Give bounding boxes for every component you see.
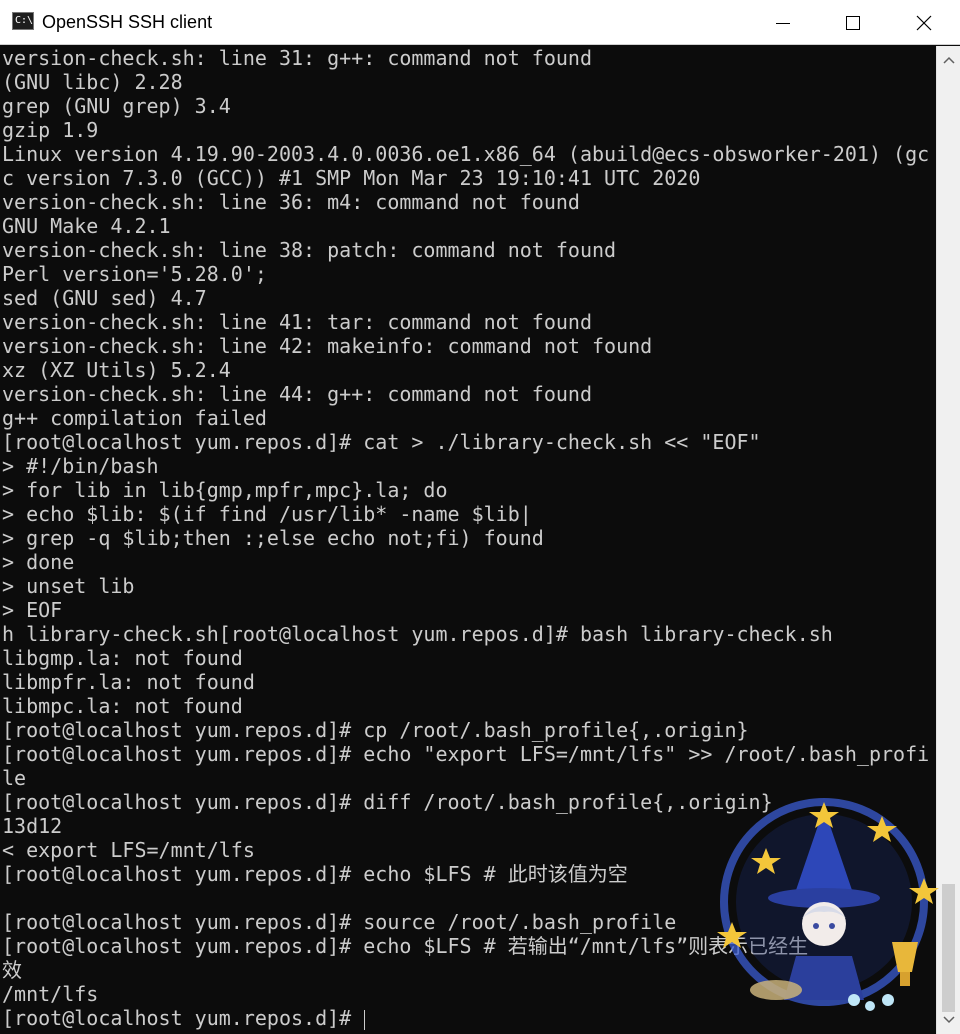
maximize-button[interactable]: [818, 0, 888, 45]
terminal-line: [root@localhost yum.repos.d]# cp /root/.…: [2, 718, 749, 742]
terminal-line: [root@localhost yum.repos.d]# echo "expo…: [2, 742, 930, 766]
terminal-line: version-check.sh: line 38: patch: comman…: [2, 238, 617, 262]
scroll-up-button[interactable]: [937, 48, 960, 72]
terminal-line: libmpc.la: not found: [2, 694, 243, 718]
terminal-cursor: [364, 1009, 366, 1030]
minimize-button[interactable]: [748, 0, 818, 45]
up-arrow-icon: [943, 56, 955, 64]
terminal-line: > grep -q $lib;then :;else echo not;fi) …: [2, 526, 544, 550]
terminal-line: > echo $lib: $(if find /usr/lib* -name $…: [2, 502, 532, 526]
terminal-line: grep (GNU grep) 3.4: [2, 94, 231, 118]
wizard-sticker: [717, 798, 939, 1011]
close-icon: [916, 15, 932, 30]
terminal-line: xz (XZ Utils) 5.2.4: [2, 358, 231, 382]
terminal-line: Perl version='5.28.0';: [2, 262, 267, 286]
maximize-icon: [846, 15, 860, 30]
terminal-line: gzip 1.9: [2, 118, 99, 142]
terminal-line: c version 7.3.0 (GCC)) #1 SMP Mon Mar 23…: [2, 166, 701, 190]
terminal-line: version-check.sh: line 31: g++: command …: [2, 46, 593, 70]
terminal-app-icon-text: C:\: [15, 15, 34, 26]
window-title: OpenSSH SSH client: [42, 12, 213, 32]
ssh-client-window: C:\ OpenSSH SSH client version-check.sh:…: [0, 0, 960, 1034]
terminal-line: version-check.sh: line 41: tar: command …: [2, 310, 593, 334]
terminal-line: libgmp.la: not found: [2, 646, 243, 670]
terminal-app-icon: C:\: [12, 12, 34, 30]
terminal-line: version-check.sh: line 42: makeinfo: com…: [2, 334, 653, 358]
terminal-line: > unset lib: [2, 574, 135, 598]
terminal-line: GNU Make 4.2.1: [2, 214, 171, 238]
terminal-line: sed (GNU sed) 4.7: [2, 286, 207, 310]
terminal-line: g++ compilation failed: [2, 406, 267, 430]
terminal-line: [root@localhost yum.repos.d]# cat > ./li…: [2, 430, 761, 454]
terminal-line: libmpfr.la: not found: [2, 670, 255, 694]
terminal-line: Linux version 4.19.90-2003.4.0.0036.oe1.…: [2, 142, 930, 166]
down-arrow-icon: [943, 1016, 955, 1024]
terminal-line: (GNU libc) 2.28: [2, 70, 183, 94]
close-button[interactable]: [889, 0, 959, 45]
terminal-line: > EOF: [2, 598, 63, 622]
terminal-line: > done: [2, 550, 75, 574]
terminal-line: version-check.sh: line 44: g++: command …: [2, 382, 593, 406]
minimize-icon: [776, 22, 790, 24]
terminal-line: > for lib in lib{gmp,mpfr,mpc}.la; do: [2, 478, 448, 502]
title-bar[interactable]: C:\ OpenSSH SSH client: [0, 0, 960, 45]
terminal-line: h library-check.sh[root@localhost yum.re…: [2, 622, 833, 646]
terminal-line: version-check.sh: line 36: m4: command n…: [2, 190, 580, 214]
terminal-line: > #!/bin/bash: [2, 454, 159, 478]
